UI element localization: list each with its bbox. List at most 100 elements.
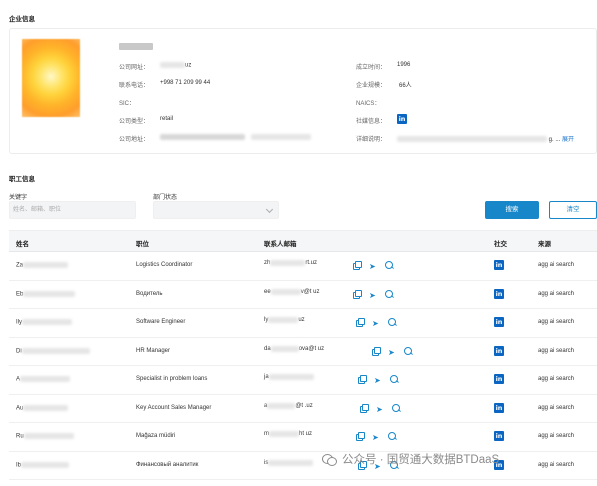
search-icon[interactable] <box>404 346 412 355</box>
column-header-position: 职位 <box>136 241 149 248</box>
employee-linkedin-link[interactable]: in <box>494 431 504 441</box>
email-actions: ➤ <box>345 289 393 300</box>
search-button[interactable]: 搜索 <box>485 201 539 219</box>
search-icon[interactable] <box>388 318 396 326</box>
redacted-text <box>270 288 301 295</box>
employee-email: a @t .uz <box>264 402 313 409</box>
table-row: Au Key Account Sales Manager a @t .uz ➤ in agg… <box>9 395 597 423</box>
employee-linkedin-link[interactable]: in <box>494 345 504 356</box>
website-value[interactable]: uz <box>160 62 191 69</box>
redacted-text <box>250 134 311 140</box>
employee-position: Logistics Coordinator <box>136 262 193 268</box>
email-actions: ➤ <box>348 318 396 328</box>
employee-name: Za <box>16 262 69 269</box>
employee-name: Au <box>16 404 69 411</box>
copy-icon[interactable] <box>353 261 362 270</box>
send-icon[interactable]: ➤ <box>369 263 377 271</box>
table-header: 姓名 职位 联系人邮箱 社交 来源 <box>9 230 597 252</box>
table-row: A Specialist in problem loans ja ➤ in agg ai … <box>9 366 597 395</box>
sic-label: SIC： <box>119 101 136 107</box>
redacted-text <box>23 433 74 439</box>
employee-source: agg ai search <box>538 347 575 354</box>
redacted-text <box>23 404 69 411</box>
employee-name: Ib <box>16 461 70 468</box>
linkedin-icon: in <box>494 374 504 384</box>
table-row: Ily Software Engineer ly uz ➤ in agg ai search <box>9 309 597 338</box>
email-actions: ➤ <box>352 403 400 414</box>
company-linkedin-link[interactable]: in <box>397 114 407 124</box>
address-label: 公司地址： <box>119 137 150 143</box>
search-icon[interactable] <box>388 432 396 440</box>
employee-email: ee v@t uz <box>264 288 320 295</box>
copy-icon[interactable] <box>358 375 367 384</box>
employee-source: agg ai search <box>538 461 575 468</box>
linkedin-icon: in <box>494 431 504 441</box>
redacted-text <box>268 374 314 380</box>
employee-linkedin-link[interactable]: in <box>494 260 504 270</box>
redacted-text <box>21 461 70 468</box>
chevron-down-icon <box>265 205 274 214</box>
employee-position: Финансовый аналитик <box>136 461 199 468</box>
send-icon[interactable]: ➤ <box>388 348 396 357</box>
wechat-icon <box>322 453 337 466</box>
table-row: Ib Финансовый аналитик is ➤ in agg ai search <box>9 452 597 480</box>
redacted-text <box>270 260 306 266</box>
send-icon[interactable]: ➤ <box>372 434 380 442</box>
send-icon[interactable]: ➤ <box>369 291 377 300</box>
employee-position: Specialist in problem loans <box>136 376 208 382</box>
dept-status-select[interactable] <box>153 201 279 219</box>
linkedin-icon: in <box>494 288 504 299</box>
employee-name: A <box>16 376 71 383</box>
email-actions: ➤ <box>350 375 398 385</box>
keyword-label: 关键字 <box>9 195 28 201</box>
clear-button[interactable]: 清空 <box>549 201 597 219</box>
employee-source: agg ai search <box>538 433 575 439</box>
expand-description-link[interactable]: 展开 <box>562 137 574 143</box>
employee-email: zh rt.uz <box>264 260 318 266</box>
send-icon[interactable]: ➤ <box>374 377 382 385</box>
employee-name: Ily <box>16 319 72 326</box>
redacted-text <box>268 459 314 466</box>
employee-linkedin-link[interactable]: in <box>494 288 504 299</box>
send-icon[interactable]: ➤ <box>372 320 380 328</box>
employee-email: ly uz <box>264 317 305 323</box>
copy-icon[interactable] <box>356 432 365 441</box>
search-icon[interactable] <box>392 403 400 412</box>
copy-icon[interactable] <box>360 403 369 413</box>
send-icon[interactable]: ➤ <box>376 405 384 414</box>
search-icon[interactable] <box>385 261 393 269</box>
redacted-text <box>22 319 72 325</box>
redacted-text <box>269 431 299 437</box>
redacted-text <box>23 262 69 268</box>
search-icon[interactable] <box>385 289 393 298</box>
company-logo <box>22 39 80 117</box>
founded-label: 成立时间： <box>356 65 387 71</box>
copy-icon[interactable] <box>356 318 365 327</box>
employee-name: Eb <box>16 290 76 297</box>
table-row: Eb Водитель ee v@t uz ➤ in agg ai search <box>9 281 597 309</box>
copy-icon[interactable] <box>353 289 362 299</box>
employee-linkedin-link[interactable]: in <box>494 317 504 327</box>
company-type-value: retail <box>160 116 174 122</box>
search-icon[interactable] <box>390 375 398 383</box>
employee-source: agg ai search <box>538 290 575 297</box>
employee-position: Software Engineer <box>136 319 186 325</box>
linkedin-icon: in <box>494 317 504 327</box>
column-header-source: 来源 <box>538 241 551 248</box>
company-name-redacted <box>119 43 153 50</box>
redacted-text <box>21 347 90 354</box>
address-value <box>160 134 311 141</box>
column-header-email: 联系人邮箱 <box>264 241 297 248</box>
redacted-text <box>268 317 299 323</box>
phone-value: +998 71 209 99 44 <box>160 80 211 86</box>
employee-position: HR Manager <box>136 347 171 354</box>
table-row: Ru Mağaza müdiri m ht uz ➤ in agg ai search <box>9 423 597 452</box>
keyword-input[interactable]: 姓名、邮箱、职位 <box>9 201 136 219</box>
employee-linkedin-link[interactable]: in <box>494 402 504 413</box>
redacted-text <box>160 134 245 140</box>
description-value: g. ... 展开 <box>397 134 574 143</box>
copy-icon[interactable] <box>372 346 381 356</box>
employee-linkedin-link[interactable]: in <box>494 374 504 384</box>
employee-source: agg ai search <box>538 404 575 411</box>
company-type-label: 公司类型： <box>119 119 150 125</box>
